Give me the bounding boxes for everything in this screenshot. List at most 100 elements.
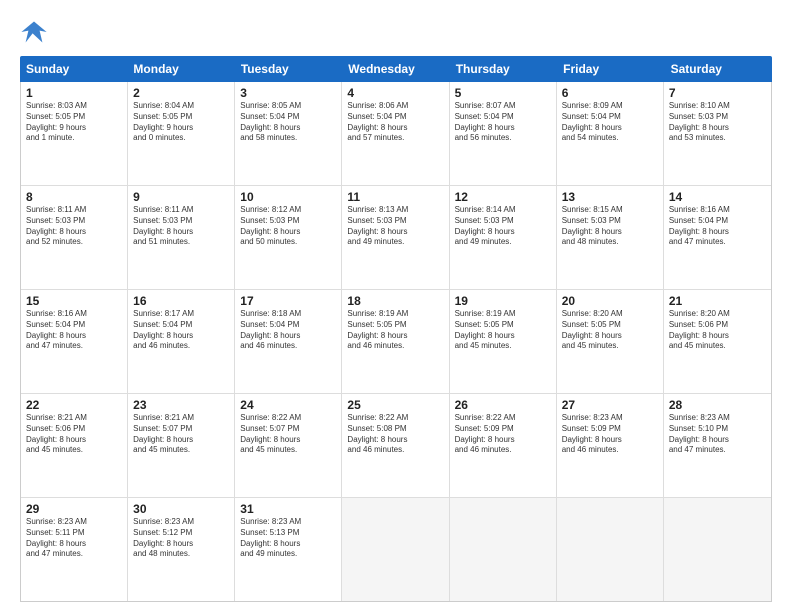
header-day-sunday: Sunday <box>20 56 127 82</box>
calendar-cell: 25Sunrise: 8:22 AMSunset: 5:08 PMDayligh… <box>342 394 449 497</box>
calendar-cell: 17Sunrise: 8:18 AMSunset: 5:04 PMDayligh… <box>235 290 342 393</box>
day-number: 22 <box>26 398 122 412</box>
header-day-tuesday: Tuesday <box>235 56 342 82</box>
calendar-cell: 6Sunrise: 8:09 AMSunset: 5:04 PMDaylight… <box>557 82 664 185</box>
cell-line: Sunrise: 8:16 AM <box>669 205 766 216</box>
day-number: 18 <box>347 294 443 308</box>
cell-line: Daylight: 8 hours <box>455 435 551 446</box>
cell-line: Daylight: 8 hours <box>240 435 336 446</box>
cell-line: Daylight: 8 hours <box>26 227 122 238</box>
calendar-cell: 12Sunrise: 8:14 AMSunset: 5:03 PMDayligh… <box>450 186 557 289</box>
cell-line: Sunrise: 8:03 AM <box>26 101 122 112</box>
cell-line: and 46 minutes. <box>562 445 658 456</box>
cell-line: Daylight: 8 hours <box>669 331 766 342</box>
calendar-cell: 26Sunrise: 8:22 AMSunset: 5:09 PMDayligh… <box>450 394 557 497</box>
cell-line: Daylight: 8 hours <box>133 227 229 238</box>
cell-line: Daylight: 8 hours <box>562 123 658 134</box>
cell-line: Sunrise: 8:20 AM <box>669 309 766 320</box>
day-number: 6 <box>562 86 658 100</box>
calendar-row-5: 29Sunrise: 8:23 AMSunset: 5:11 PMDayligh… <box>21 498 771 601</box>
calendar-cell: 5Sunrise: 8:07 AMSunset: 5:04 PMDaylight… <box>450 82 557 185</box>
cell-line: Daylight: 8 hours <box>347 435 443 446</box>
calendar-cell: 28Sunrise: 8:23 AMSunset: 5:10 PMDayligh… <box>664 394 771 497</box>
cell-line: and 46 minutes. <box>133 341 229 352</box>
header-day-wednesday: Wednesday <box>342 56 449 82</box>
cell-line: Sunset: 5:03 PM <box>669 112 766 123</box>
calendar-cell: 4Sunrise: 8:06 AMSunset: 5:04 PMDaylight… <box>342 82 449 185</box>
page: SundayMondayTuesdayWednesdayThursdayFrid… <box>0 0 792 612</box>
cell-line: Daylight: 8 hours <box>562 331 658 342</box>
cell-line: Sunrise: 8:12 AM <box>240 205 336 216</box>
cell-line: and 56 minutes. <box>455 133 551 144</box>
cell-line: Sunrise: 8:21 AM <box>133 413 229 424</box>
cell-line: and 50 minutes. <box>240 237 336 248</box>
day-number: 28 <box>669 398 766 412</box>
cell-line: Sunrise: 8:21 AM <box>26 413 122 424</box>
day-number: 21 <box>669 294 766 308</box>
cell-line: and 45 minutes. <box>240 445 336 456</box>
cell-line: Sunrise: 8:11 AM <box>26 205 122 216</box>
cell-line: Sunrise: 8:09 AM <box>562 101 658 112</box>
day-number: 26 <box>455 398 551 412</box>
cell-line: Sunset: 5:07 PM <box>133 424 229 435</box>
calendar-cell: 29Sunrise: 8:23 AMSunset: 5:11 PMDayligh… <box>21 498 128 601</box>
cell-line: and 48 minutes. <box>133 549 229 560</box>
calendar-cell: 31Sunrise: 8:23 AMSunset: 5:13 PMDayligh… <box>235 498 342 601</box>
cell-line: Sunrise: 8:20 AM <box>562 309 658 320</box>
cell-line: Sunset: 5:07 PM <box>240 424 336 435</box>
calendar-row-3: 15Sunrise: 8:16 AMSunset: 5:04 PMDayligh… <box>21 290 771 394</box>
day-number: 2 <box>133 86 229 100</box>
cell-line: and 46 minutes. <box>455 445 551 456</box>
header-day-monday: Monday <box>127 56 234 82</box>
calendar-row-4: 22Sunrise: 8:21 AMSunset: 5:06 PMDayligh… <box>21 394 771 498</box>
cell-line: Daylight: 9 hours <box>26 123 122 134</box>
cell-line: Sunrise: 8:23 AM <box>133 517 229 528</box>
cell-line: and 45 minutes. <box>562 341 658 352</box>
cell-line: and 54 minutes. <box>562 133 658 144</box>
cell-line: Sunset: 5:05 PM <box>455 320 551 331</box>
cell-line: Sunset: 5:04 PM <box>455 112 551 123</box>
day-number: 13 <box>562 190 658 204</box>
cell-line: Daylight: 8 hours <box>669 435 766 446</box>
cell-line: and 46 minutes. <box>240 341 336 352</box>
day-number: 24 <box>240 398 336 412</box>
day-number: 25 <box>347 398 443 412</box>
cell-line: Sunset: 5:13 PM <box>240 528 336 539</box>
cell-line: Daylight: 8 hours <box>347 331 443 342</box>
calendar-cell: 3Sunrise: 8:05 AMSunset: 5:04 PMDaylight… <box>235 82 342 185</box>
cell-line: Daylight: 8 hours <box>455 227 551 238</box>
day-number: 10 <box>240 190 336 204</box>
cell-line: Sunset: 5:06 PM <box>26 424 122 435</box>
cell-line: Daylight: 8 hours <box>240 123 336 134</box>
cell-line: Sunrise: 8:23 AM <box>240 517 336 528</box>
cell-line: Sunset: 5:03 PM <box>455 216 551 227</box>
calendar-cell: 10Sunrise: 8:12 AMSunset: 5:03 PMDayligh… <box>235 186 342 289</box>
cell-line: Sunrise: 8:06 AM <box>347 101 443 112</box>
cell-line: Daylight: 8 hours <box>562 227 658 238</box>
cell-line: Sunset: 5:05 PM <box>562 320 658 331</box>
cell-line: Sunrise: 8:13 AM <box>347 205 443 216</box>
day-number: 19 <box>455 294 551 308</box>
cell-line: Daylight: 8 hours <box>669 227 766 238</box>
calendar-cell: 11Sunrise: 8:13 AMSunset: 5:03 PMDayligh… <box>342 186 449 289</box>
day-number: 30 <box>133 502 229 516</box>
logo-icon <box>20 18 48 46</box>
logo <box>20 18 52 46</box>
cell-line: Sunset: 5:05 PM <box>347 320 443 331</box>
cell-line: and 58 minutes. <box>240 133 336 144</box>
cell-line: and 49 minutes. <box>240 549 336 560</box>
cell-line: Daylight: 8 hours <box>133 331 229 342</box>
cell-line: Daylight: 8 hours <box>240 331 336 342</box>
cell-line: and 45 minutes. <box>26 445 122 456</box>
calendar-cell <box>342 498 449 601</box>
cell-line: and 51 minutes. <box>133 237 229 248</box>
cell-line: Sunset: 5:04 PM <box>133 320 229 331</box>
calendar: SundayMondayTuesdayWednesdayThursdayFrid… <box>20 56 772 602</box>
calendar-header: SundayMondayTuesdayWednesdayThursdayFrid… <box>20 56 772 82</box>
calendar-cell: 24Sunrise: 8:22 AMSunset: 5:07 PMDayligh… <box>235 394 342 497</box>
calendar-cell: 27Sunrise: 8:23 AMSunset: 5:09 PMDayligh… <box>557 394 664 497</box>
cell-line: Sunrise: 8:19 AM <box>455 309 551 320</box>
day-number: 14 <box>669 190 766 204</box>
cell-line: and 57 minutes. <box>347 133 443 144</box>
cell-line: Sunrise: 8:11 AM <box>133 205 229 216</box>
